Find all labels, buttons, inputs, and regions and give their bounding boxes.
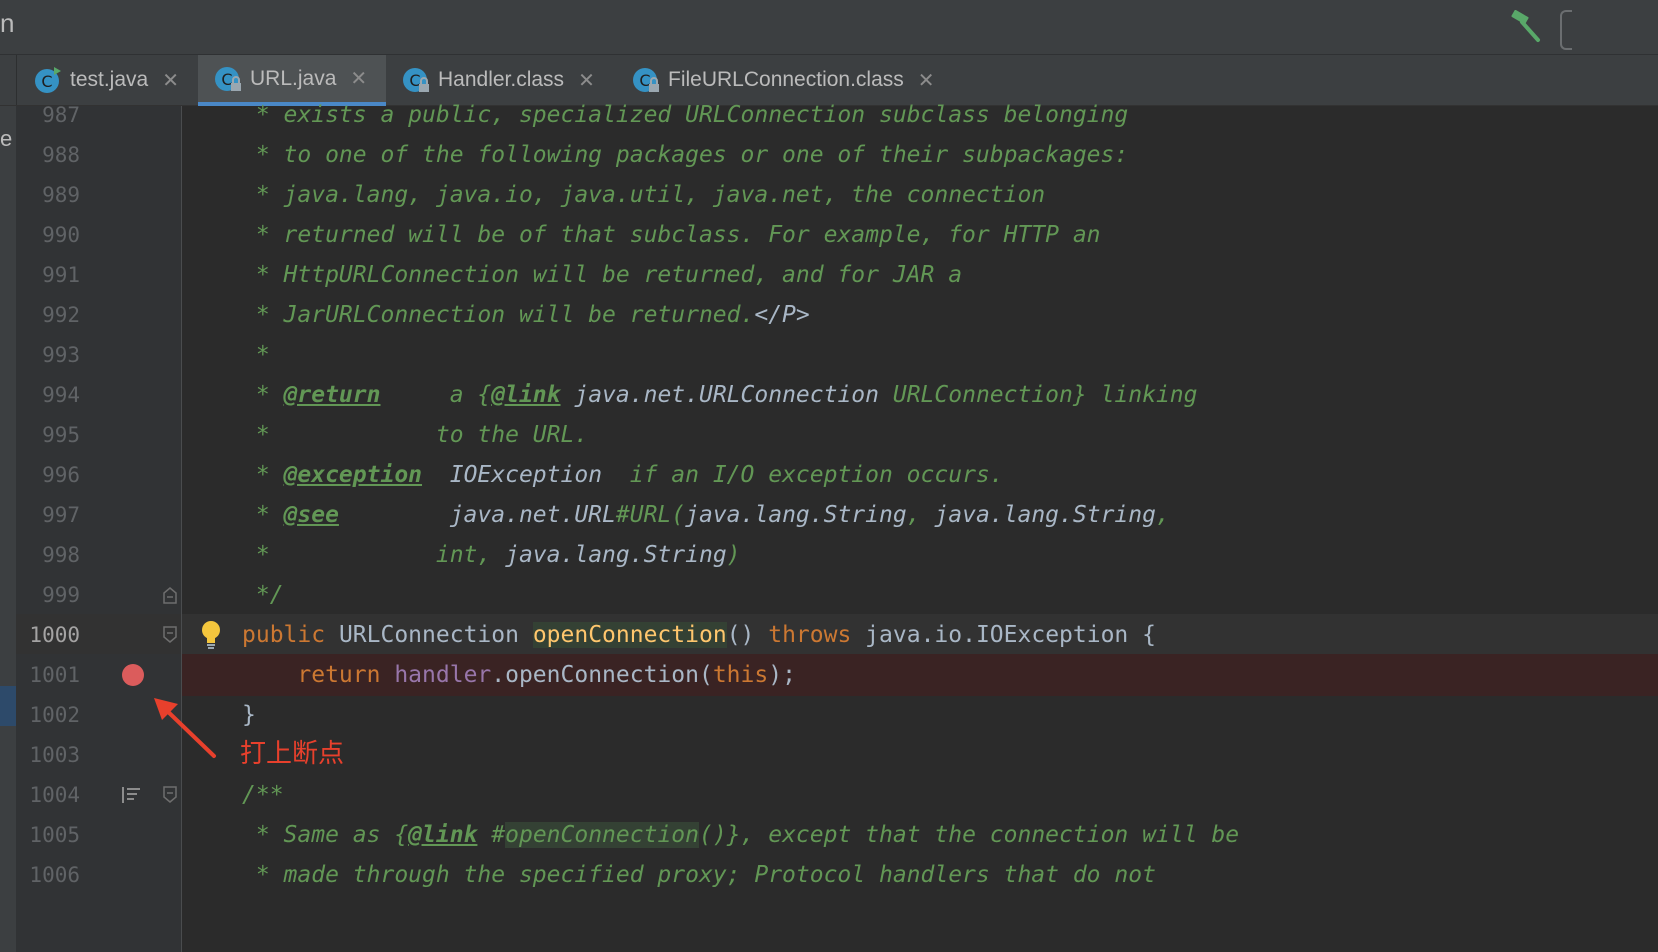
line-number: 1006 (29, 863, 80, 887)
code-line[interactable]: 992 * JarURLConnection will be returned.… (16, 294, 1658, 336)
gutter-divider (181, 106, 182, 952)
code-line[interactable]: 994 * @return a {@link java.net.URLConne… (16, 374, 1658, 416)
code-line[interactable]: 995 * to the URL. (16, 414, 1658, 456)
tab-label: URL.java (250, 66, 337, 90)
line-number: 995 (42, 423, 80, 447)
fold-start-icon[interactable] (162, 626, 178, 644)
line-number: 1004 (29, 783, 80, 807)
tab-label: Handler.class (438, 68, 565, 91)
code-text: * @exception IOException if an I/O excep… (242, 462, 1004, 488)
code-line[interactable]: 1002 } (16, 694, 1658, 736)
window-title-fragment: n (0, 8, 15, 38)
class-locked-icon: C (633, 68, 659, 92)
code-text: /** (242, 782, 284, 808)
code-text: * java.lang, java.io, java.util, java.ne… (242, 182, 1046, 208)
code-line[interactable]: 987 * exists a public, specialized URLCo… (16, 94, 1658, 136)
line-number: 989 (42, 183, 80, 207)
close-icon[interactable]: ✕ (350, 66, 367, 91)
line-number: 997 (42, 503, 80, 527)
tab-label: test.java (70, 68, 149, 91)
left-tool-strip: e (0, 106, 16, 952)
code-line[interactable]: 1004 /** (16, 774, 1658, 816)
line-number: 994 (42, 383, 80, 407)
fold-end-icon[interactable] (162, 586, 178, 604)
line-number: 1002 (29, 703, 80, 727)
code-text: * HttpURLConnection will be returned, an… (242, 262, 963, 288)
line-number: 998 (42, 543, 80, 567)
lightbulb-icon[interactable] (200, 620, 222, 650)
svg-text:C: C (639, 71, 650, 90)
code-text: * exists a public, specialized URLConnec… (242, 102, 1129, 128)
line-number: 1000 (29, 623, 80, 647)
code-text: * made through the specified proxy; Prot… (242, 862, 1156, 888)
code-line[interactable]: 990 * returned will be of that subclass.… (16, 214, 1658, 256)
code-line-current[interactable]: 1000 public URLConnection openConnection… (16, 614, 1658, 656)
tab-bar-left-stub (0, 55, 17, 105)
code-text: * JarURLConnection will be returned.</P> (242, 302, 810, 328)
line-number: 1001 (29, 663, 80, 687)
line-number: 991 (42, 263, 80, 287)
line-number: 1003 (29, 743, 80, 767)
tool-window-marker[interactable] (0, 686, 16, 726)
code-line[interactable]: 998 * int, java.lang.String) (16, 534, 1658, 576)
java-class-locked-icon: C (215, 66, 241, 91)
code-line[interactable]: 993 * (16, 334, 1658, 376)
line-number: 990 (42, 223, 80, 247)
breakpoint-icon[interactable] (122, 664, 144, 686)
title-bar: n (0, 0, 1658, 55)
code-text: * returned will be of that subclass. For… (242, 222, 1101, 248)
code-text: } (242, 702, 256, 728)
class-locked-icon: C (403, 68, 429, 92)
code-line[interactable]: 999 */ (16, 574, 1658, 616)
code-text: return handler.openConnection(this); (242, 662, 796, 688)
code-line-breakpoint[interactable]: 1001 return handler.openConnection(this)… (16, 654, 1658, 696)
line-number: 988 (42, 143, 80, 167)
svg-text:C: C (41, 72, 52, 91)
close-icon[interactable]: ✕ (162, 68, 179, 93)
render-doc-icon[interactable] (120, 784, 142, 806)
line-number: 993 (42, 343, 80, 367)
code-line[interactable]: 989 * java.lang, java.io, java.util, jav… (16, 174, 1658, 216)
line-number: 992 (42, 303, 80, 327)
code-line[interactable]: 997 * @see java.net.URL#URL(java.lang.St… (16, 494, 1658, 536)
close-icon[interactable]: ✕ (918, 68, 935, 93)
code-line[interactable]: 988 * to one of the following packages o… (16, 134, 1658, 176)
code-text: * @see java.net.URL#URL(java.lang.String… (242, 502, 1170, 528)
code-text: * (242, 342, 270, 368)
annotation-label: 打上断点 (240, 739, 345, 769)
code-text: * to one of the following packages or on… (242, 142, 1129, 168)
code-text: * int, java.lang.String) (242, 542, 741, 568)
side-label-fragment: e (0, 126, 13, 151)
code-line[interactable]: 1005 * Same as {@link #openConnection()}… (16, 814, 1658, 856)
fold-start-icon[interactable] (162, 786, 178, 804)
line-number: 996 (42, 463, 80, 487)
line-number: 987 (42, 103, 80, 127)
tab-label: FileURLConnection.class (668, 68, 904, 91)
code-line[interactable]: 991 * HttpURLConnection will be returned… (16, 254, 1658, 296)
line-number: 999 (42, 583, 80, 607)
code-text: * @return a {@link java.net.URLConnectio… (242, 382, 1198, 408)
code-line[interactable]: 996 * @exception IOException if an I/O e… (16, 454, 1658, 496)
java-class-run-icon: C (35, 67, 61, 93)
line-number: 1005 (29, 823, 80, 847)
build-hammer-icon[interactable] (1508, 10, 1542, 44)
svg-text:C: C (409, 71, 420, 90)
annotation-arrow-icon (154, 698, 216, 758)
code-text: * to the URL. (242, 422, 589, 448)
code-line[interactable]: 1006 * made through the specified proxy;… (16, 854, 1658, 896)
code-text: * Same as {@link #openConnection()}, exc… (242, 822, 1240, 848)
svg-text:C: C (221, 70, 232, 89)
code-text: public URLConnection openConnection() th… (242, 622, 1156, 648)
close-icon[interactable]: ✕ (578, 68, 595, 93)
code-text: */ (242, 582, 284, 608)
panel-edge (1560, 10, 1572, 50)
